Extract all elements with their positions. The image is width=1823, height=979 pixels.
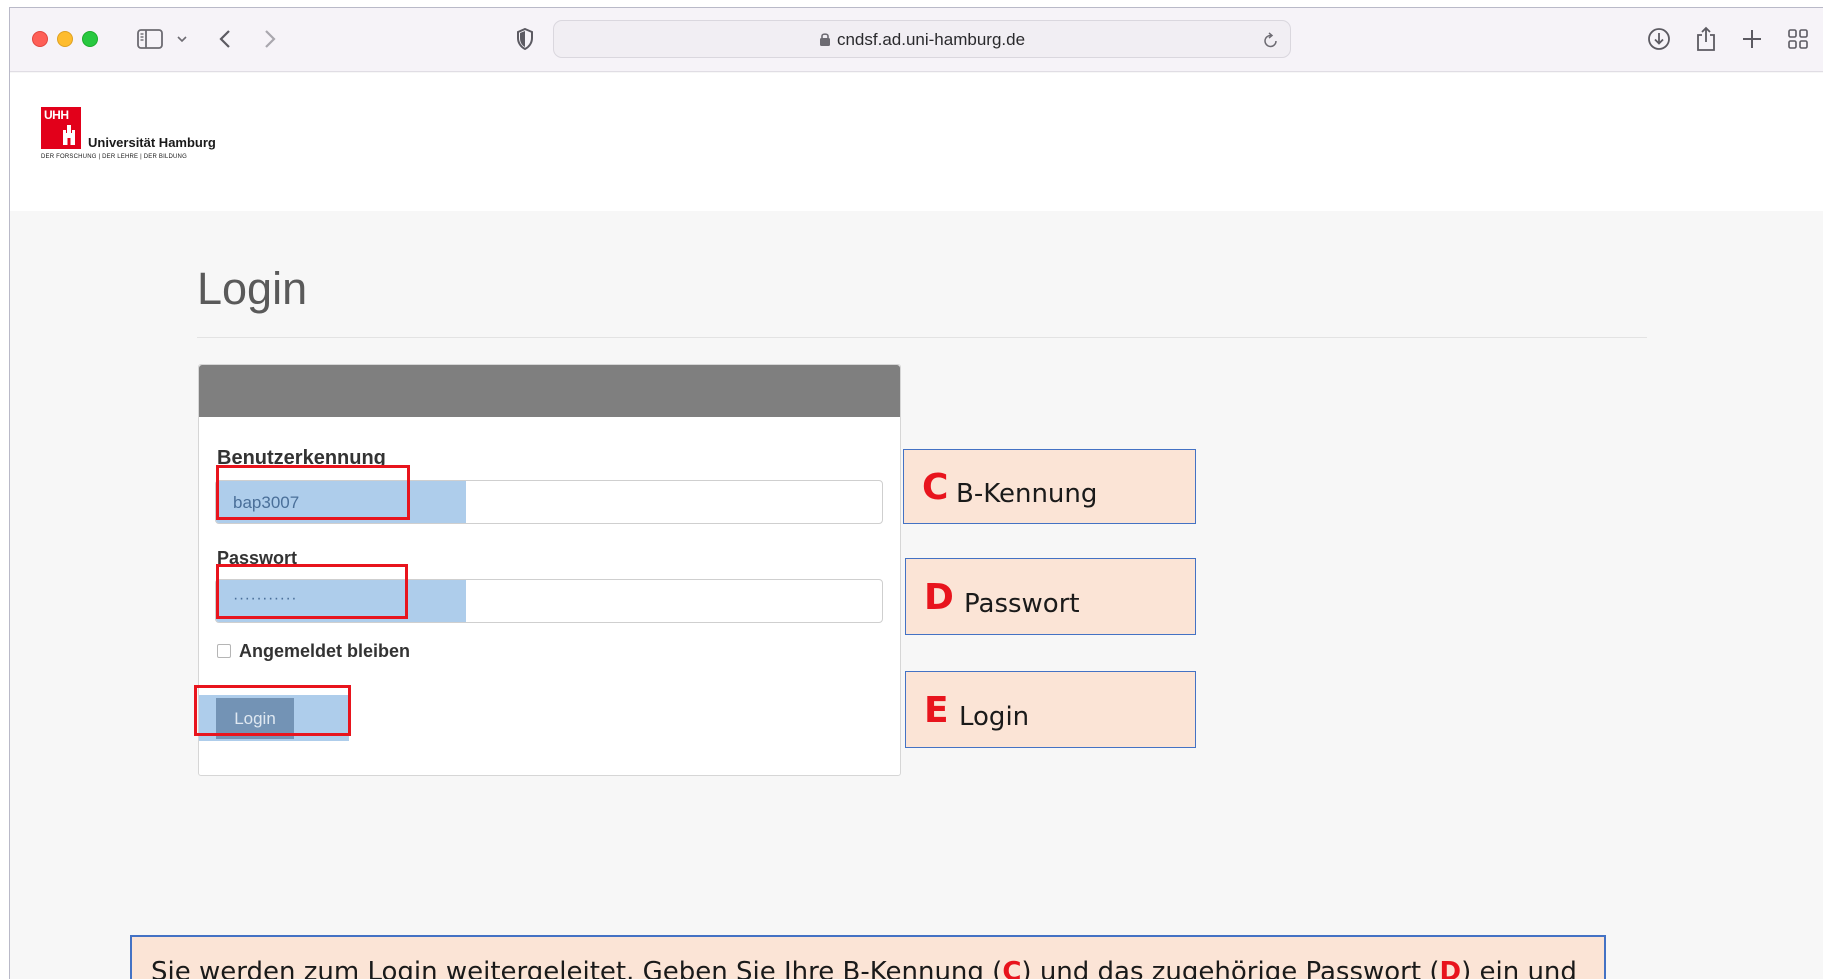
browser-window: cndsf.ad.uni-hamburg.de UHH Universität … [9, 7, 1823, 979]
callout-letter-e: E [924, 690, 949, 731]
address-bar[interactable]: cndsf.ad.uni-hamburg.de [553, 20, 1291, 58]
remember-me-label[interactable]: Angemeldet bleiben [239, 641, 410, 662]
note-part-3: ) ein und [1461, 957, 1577, 979]
note-letter-d: D [1439, 957, 1462, 979]
instruction-text: Sie werden zum Login weitergeleitet. Geb… [151, 957, 1577, 979]
shield-icon [517, 28, 533, 50]
lock-icon [819, 33, 830, 46]
sidebar-toggle-button[interactable] [130, 24, 170, 54]
back-button[interactable] [210, 24, 240, 54]
address-url: cndsf.ad.uni-hamburg.de [836, 30, 1026, 49]
grid-icon [1788, 29, 1808, 49]
site-header: UHH Universität Hamburg DER FORSCHUNG | … [10, 73, 1823, 211]
sidebar-icon [137, 29, 163, 49]
sidebar-menu-chevron[interactable] [172, 24, 192, 54]
university-name: Universität Hamburg [88, 135, 216, 150]
tab-overview-button[interactable] [1781, 24, 1815, 54]
university-tagline: DER FORSCHUNG | DER LEHRE | DER BILDUNG [41, 154, 187, 160]
note-letter-c: C [1002, 957, 1022, 979]
callout-letter-c: C [922, 467, 949, 508]
chevron-down-icon [177, 36, 187, 43]
reload-button[interactable] [1258, 25, 1284, 55]
chevron-right-icon [265, 30, 276, 48]
browser-toolbar: cndsf.ad.uni-hamburg.de [10, 8, 1823, 72]
callout-password: D Passwort [905, 558, 1196, 635]
privacy-report-button[interactable] [510, 24, 540, 54]
plus-icon [1743, 30, 1761, 48]
highlight-password [216, 564, 408, 619]
callout-text-password: Passwort [964, 589, 1080, 619]
downloads-button[interactable] [1642, 24, 1676, 54]
new-tab-button[interactable] [1735, 24, 1769, 54]
highlight-login [194, 685, 351, 736]
chevron-left-icon [219, 30, 230, 48]
uhh-logo-letters: UHH [44, 108, 69, 122]
reload-icon [1264, 32, 1277, 48]
note-part-2: ) und das zugehörige Passwort ( [1021, 957, 1440, 979]
instruction-note: Sie werden zum Login weitergeleitet. Geb… [130, 935, 1606, 979]
uhh-logo-mark[interactable]: UHH [41, 107, 81, 149]
minimize-window-button[interactable] [57, 31, 73, 47]
zoom-window-button[interactable] [82, 31, 98, 47]
login-panel-header [199, 365, 900, 417]
remember-me-checkbox[interactable] [217, 644, 231, 658]
callout-letter-d: D [924, 577, 954, 618]
forward-button[interactable] [255, 24, 285, 54]
title-divider [197, 337, 1647, 338]
callout-text-login: Login [959, 702, 1030, 732]
callout-text-username: B-Kennung [956, 479, 1098, 509]
page-title: Login [197, 263, 308, 314]
download-icon [1648, 28, 1670, 50]
share-icon [1697, 26, 1715, 51]
callout-login: E Login [905, 671, 1196, 748]
highlight-username [216, 465, 410, 520]
close-window-button[interactable] [32, 31, 48, 47]
note-part-1: Sie werden zum Login weitergeleitet. Geb… [151, 957, 1003, 979]
share-button[interactable] [1689, 24, 1723, 54]
castle-icon [63, 125, 75, 145]
callout-username: C B-Kennung [903, 449, 1196, 524]
